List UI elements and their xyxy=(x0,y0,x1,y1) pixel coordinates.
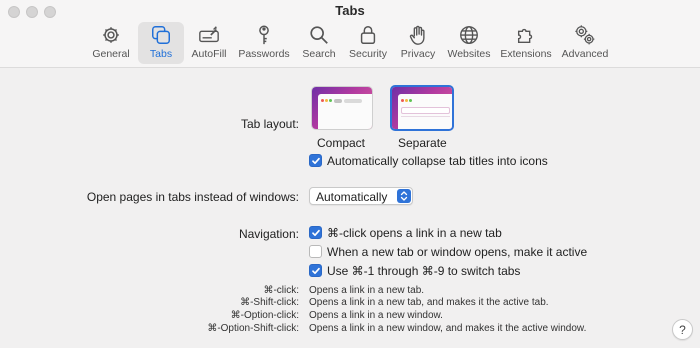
key-icon xyxy=(259,25,269,45)
tab-autofill-label: AutoFill xyxy=(191,48,227,60)
tab-privacy[interactable]: Privacy xyxy=(396,22,440,64)
tabs-icon xyxy=(152,26,170,44)
tab-security-label: Security xyxy=(349,48,387,60)
cmd-click-new-tab-checkbox[interactable] xyxy=(309,226,322,239)
collapse-tab-titles-checkbox[interactable] xyxy=(309,154,322,167)
make-new-tab-active-checkbox[interactable] xyxy=(309,245,322,258)
window-preview xyxy=(398,94,452,129)
globe-icon xyxy=(460,26,478,44)
make-new-tab-active-label: When a new tab or window opens, make it … xyxy=(327,245,588,259)
tab-autofill[interactable]: AutoFill xyxy=(188,22,230,64)
tab-security[interactable]: Security xyxy=(344,22,392,64)
open-pages-label: Open pages in tabs instead of windows: xyxy=(86,190,299,204)
open-pages-popup[interactable]: Automatically xyxy=(309,187,413,205)
tab-search-label: Search xyxy=(302,48,336,60)
tab-layout-label: Tab layout: xyxy=(240,117,299,131)
lock-icon xyxy=(360,26,376,44)
tab-advanced-label: Advanced xyxy=(561,48,609,60)
cmd-number-switch-tabs-checkbox[interactable] xyxy=(309,264,322,277)
shortcut-key: ⌘-click: xyxy=(263,285,299,296)
shortcut-key: ⌘-Option-Shift-click: xyxy=(207,323,299,334)
tab-general-label: General xyxy=(92,48,130,60)
window-preview xyxy=(318,94,372,129)
extensions-icon xyxy=(517,28,533,44)
tab-search[interactable]: Search xyxy=(298,22,340,64)
separate-layout-label: Separate xyxy=(398,136,447,150)
gear-icon xyxy=(103,27,119,43)
gears-icon xyxy=(575,25,595,45)
checkmark-icon xyxy=(311,157,320,164)
help-button[interactable]: ? xyxy=(672,319,693,340)
autofill-icon xyxy=(199,26,219,43)
collapse-tab-titles-label: Automatically collapse tab titles into i… xyxy=(327,154,548,168)
tab-websites-label: Websites xyxy=(447,48,491,60)
tab-extensions[interactable]: Extensions xyxy=(498,22,554,64)
tab-extensions-label: Extensions xyxy=(500,48,552,60)
shortcut-key: ⌘-Option-click: xyxy=(230,310,299,321)
tab-websites[interactable]: Websites xyxy=(444,22,494,64)
tab-advanced[interactable]: Advanced xyxy=(558,22,612,64)
window-title: Tabs xyxy=(335,3,365,18)
tab-passwords-label: Passwords xyxy=(238,48,290,60)
compact-layout-label: Compact xyxy=(317,136,366,150)
popup-stepper-icon xyxy=(397,189,411,203)
checkmark-icon xyxy=(311,267,320,274)
open-pages-value: Automatically xyxy=(316,190,388,204)
magnifier-icon xyxy=(310,26,328,44)
compact-layout-thumbnail[interactable] xyxy=(311,86,373,130)
tab-tabs[interactable]: Tabs xyxy=(138,22,184,64)
tab-strip-preview xyxy=(401,107,450,114)
tab-privacy-label: Privacy xyxy=(400,48,436,60)
shortcut-key: ⌘-Shift-click: xyxy=(240,297,299,308)
cmd-number-switch-tabs-label: Use ⌘-1 through ⌘-9 to switch tabs xyxy=(327,264,521,278)
shortcut-description: Opens a link in a new window. xyxy=(309,310,443,321)
separate-layout-thumbnail[interactable] xyxy=(390,85,454,131)
shortcut-description: Opens a link in a new tab, and makes it … xyxy=(309,297,549,308)
shortcut-description: Opens a link in a new tab. xyxy=(309,285,425,296)
hand-icon xyxy=(409,25,425,45)
cmd-click-new-tab-label: ⌘-click opens a link in a new tab xyxy=(327,226,502,240)
tab-tabs-label: Tabs xyxy=(149,48,173,60)
tab-general[interactable]: General xyxy=(88,22,134,64)
checkmark-icon xyxy=(311,229,320,236)
shortcut-description: Opens a link in a new window, and makes … xyxy=(309,323,587,334)
navigation-label: Navigation: xyxy=(238,227,299,241)
toolbar: Tabs General Tabs AutoFill Passwords Sea… xyxy=(0,0,700,68)
tab-passwords[interactable]: Passwords xyxy=(236,22,292,64)
